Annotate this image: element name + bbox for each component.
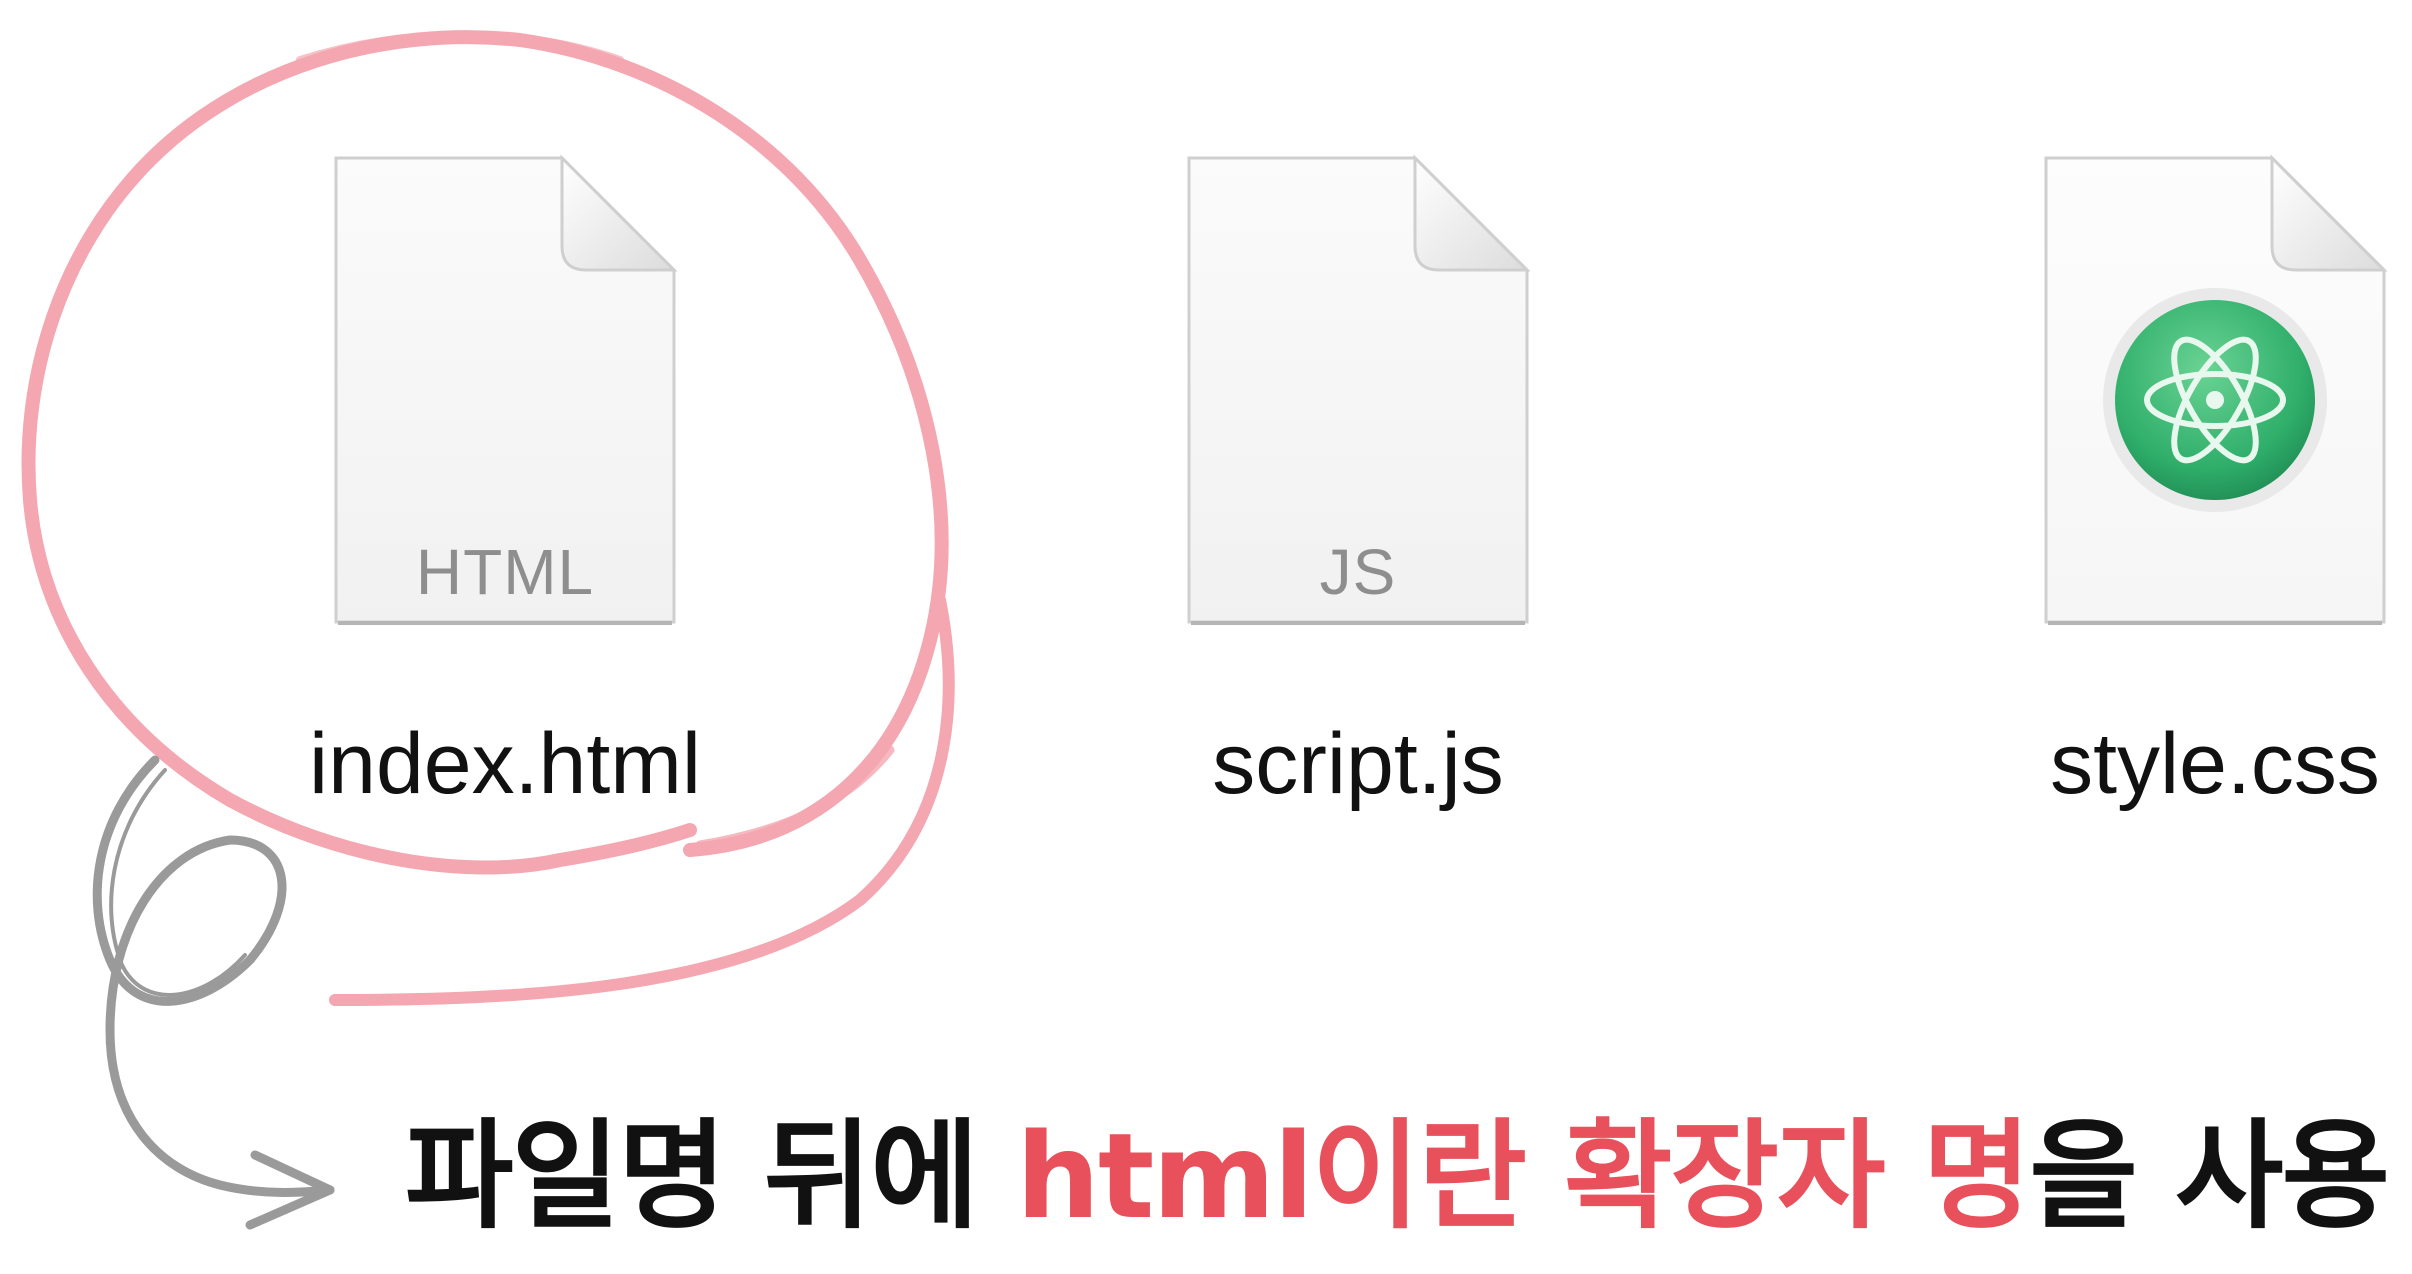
css-document-icon	[2040, 150, 2390, 630]
finder-file-view: HTML index.html JS script.js style.css 파…	[0, 0, 2412, 1274]
file-type-label: HTML	[415, 536, 595, 608]
file-name-label[interactable]: style.css	[1915, 715, 2412, 814]
caption-highlight: html이란 확장자 명	[1015, 1107, 2031, 1245]
atom-app-icon	[2103, 288, 2327, 512]
html-document-icon: HTML	[330, 150, 680, 630]
annotation-caption: 파일명 뒤에 html이란 확장자 명을 사용	[405, 1080, 2390, 1251]
caption-part1: 파일명 뒤에	[405, 1107, 1016, 1245]
file-type-label: JS	[1319, 536, 1397, 608]
file-item-index-html[interactable]: HTML index.html	[245, 150, 765, 850]
file-item-style-css[interactable]: style.css	[1955, 150, 2412, 850]
file-item-script-js[interactable]: JS script.js	[1098, 150, 1618, 850]
file-name-label[interactable]: script.js	[1058, 715, 1658, 814]
caption-part2: 을 사용	[2029, 1107, 2390, 1245]
js-document-icon: JS	[1183, 150, 1533, 630]
file-name-label[interactable]: index.html	[205, 715, 805, 814]
